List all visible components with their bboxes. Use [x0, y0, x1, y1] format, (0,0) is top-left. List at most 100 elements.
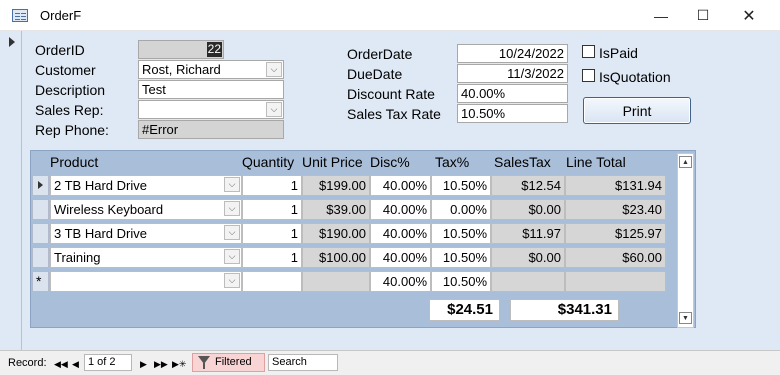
quantity-cell[interactable]: 1 — [242, 223, 302, 244]
product-combo[interactable]: 2 TB Hard Drive ⌵ — [50, 175, 242, 196]
minimize-button[interactable]: — — [638, 0, 684, 31]
discount-rate-value: 40.00% — [461, 86, 506, 101]
last-record-icon[interactable]: ▶▶ — [154, 357, 168, 371]
header-line-total: Line Total — [566, 154, 626, 170]
discount-rate-label: Discount Rate — [347, 86, 435, 102]
customer-value: Rost, Richard — [142, 62, 221, 77]
header-sales-tax: SalesTax — [494, 154, 551, 170]
record-label: Record: — [8, 357, 47, 369]
row-selector[interactable] — [32, 199, 49, 220]
next-record-icon[interactable]: ▶ — [140, 357, 147, 371]
due-date-value: 11/3/2022 — [507, 66, 564, 81]
chevron-down-icon[interactable]: ⌵ — [224, 249, 240, 264]
header-product: Product — [50, 154, 99, 170]
line-total-cell: $23.40 — [565, 199, 666, 220]
quantity-cell[interactable]: 1 — [242, 247, 302, 268]
rep-phone-value: #Error — [142, 122, 179, 137]
header-disc: Disc% — [370, 154, 410, 170]
order-id-value: 22 — [206, 42, 222, 57]
description-label: Description — [35, 82, 106, 98]
product-value: Wireless Keyboard — [54, 202, 164, 217]
sales-rep-label: Sales Rep: — [35, 102, 104, 118]
grand-total: $341.31 — [510, 299, 619, 321]
chevron-down-icon[interactable]: ⌵ — [224, 225, 240, 240]
description-field[interactable]: Test — [138, 80, 284, 99]
due-date-label: DueDate — [347, 66, 403, 82]
order-date-field[interactable]: 10/24/2022 — [457, 44, 568, 63]
scroll-up-icon[interactable]: ▲ — [679, 156, 692, 168]
previous-record-icon[interactable]: ◀ — [72, 357, 79, 371]
discount-rate-field[interactable]: 40.00% — [457, 84, 568, 103]
quantity-cell[interactable]: 1 — [242, 175, 302, 196]
order-date-label: OrderDate — [347, 46, 413, 62]
tax-cell[interactable]: 10.50% — [431, 271, 491, 292]
current-record-field[interactable]: 1 of 2 — [84, 354, 132, 371]
tax-cell[interactable]: 10.50% — [431, 247, 491, 268]
product-combo[interactable]: 3 TB Hard Drive ⌵ — [50, 223, 242, 244]
disc-cell[interactable]: 40.00% — [370, 199, 431, 220]
unit-price-cell: $100.00 — [302, 247, 370, 268]
scroll-down-icon[interactable]: ▼ — [679, 312, 692, 324]
is-paid-checkbox[interactable] — [582, 45, 595, 58]
line-total-cell: $60.00 — [565, 247, 666, 268]
quantity-cell[interactable] — [242, 271, 302, 292]
sales-tax-rate-field[interactable]: 10.50% — [457, 104, 568, 123]
product-combo[interactable]: Wireless Keyboard ⌵ — [50, 199, 242, 220]
order-id-field[interactable]: 22 — [138, 40, 224, 59]
sales-tax-cell: $0.00 — [491, 247, 565, 268]
disc-cell[interactable]: 40.00% — [370, 247, 431, 268]
disc-cell[interactable]: 40.00% — [370, 175, 431, 196]
order-id-label: OrderID — [35, 42, 85, 58]
search-input[interactable]: Search — [268, 354, 338, 371]
new-record-icon[interactable]: ▶✳ — [172, 357, 186, 371]
subform-scrollbar[interactable]: ▲ ▼ — [677, 153, 694, 328]
new-record-selector[interactable]: * — [32, 271, 49, 292]
product-value: Training — [54, 250, 101, 265]
row-selector[interactable] — [32, 223, 49, 244]
funnel-icon — [198, 356, 210, 369]
quantity-cell[interactable]: 1 — [242, 199, 302, 220]
current-row-icon — [38, 181, 43, 189]
sales-tax-rate-label: Sales Tax Rate — [347, 106, 441, 122]
maximize-button[interactable]: ☐ — [680, 0, 726, 31]
tax-cell[interactable]: 10.50% — [431, 175, 491, 196]
line-total-cell — [565, 271, 666, 292]
is-quotation-label: IsQuotation — [599, 69, 671, 85]
unit-price-cell — [302, 271, 370, 292]
chevron-down-icon[interactable]: ⌵ — [266, 102, 282, 117]
close-button[interactable]: ✕ — [726, 0, 772, 31]
filter-toggle[interactable]: Filtered — [192, 353, 265, 372]
unit-price-cell: $39.00 — [302, 199, 370, 220]
record-navigation-bar: Record: ◀◀ ◀ 1 of 2 ▶ ▶▶ ▶✳ Filtered Sea… — [0, 350, 780, 375]
is-quotation-checkbox[interactable] — [582, 69, 595, 82]
product-combo[interactable]: Training ⌵ — [50, 247, 242, 268]
order-details-subform: Product Quantity Unit Price Disc% Tax% S… — [30, 150, 696, 328]
print-button[interactable]: Print — [583, 97, 691, 124]
sales-tax-cell: $11.97 — [491, 223, 565, 244]
sales-tax-cell — [491, 271, 565, 292]
title-bar: OrderF — ☐ ✕ — [0, 0, 780, 31]
chevron-down-icon[interactable]: ⌵ — [224, 177, 240, 192]
product-combo[interactable]: ⌵ — [50, 271, 242, 292]
tax-cell[interactable]: 0.00% — [431, 199, 491, 220]
unit-price-cell: $199.00 — [302, 175, 370, 196]
customer-combo[interactable]: Rost, Richard ⌵ — [138, 60, 284, 79]
row-selector[interactable] — [32, 247, 49, 268]
current-record-icon — [9, 37, 15, 47]
description-value: Test — [142, 82, 166, 97]
tax-cell[interactable]: 10.50% — [431, 223, 491, 244]
sales-tax-cell: $0.00 — [491, 199, 565, 220]
sales-rep-combo[interactable]: ⌵ — [138, 100, 284, 119]
disc-cell[interactable]: 40.00% — [370, 271, 431, 292]
row-selector[interactable] — [32, 175, 49, 196]
chevron-down-icon[interactable]: ⌵ — [224, 201, 240, 216]
first-record-icon[interactable]: ◀◀ — [54, 357, 68, 371]
header-unit-price: Unit Price — [302, 154, 363, 170]
chevron-down-icon[interactable]: ⌵ — [266, 62, 282, 77]
new-record-icon: * — [36, 273, 42, 289]
chevron-down-icon[interactable]: ⌵ — [224, 273, 240, 288]
due-date-field[interactable]: 11/3/2022 — [457, 64, 568, 83]
disc-cell[interactable]: 40.00% — [370, 223, 431, 244]
rep-phone-label: Rep Phone: — [35, 122, 109, 138]
record-selector[interactable] — [0, 31, 22, 350]
